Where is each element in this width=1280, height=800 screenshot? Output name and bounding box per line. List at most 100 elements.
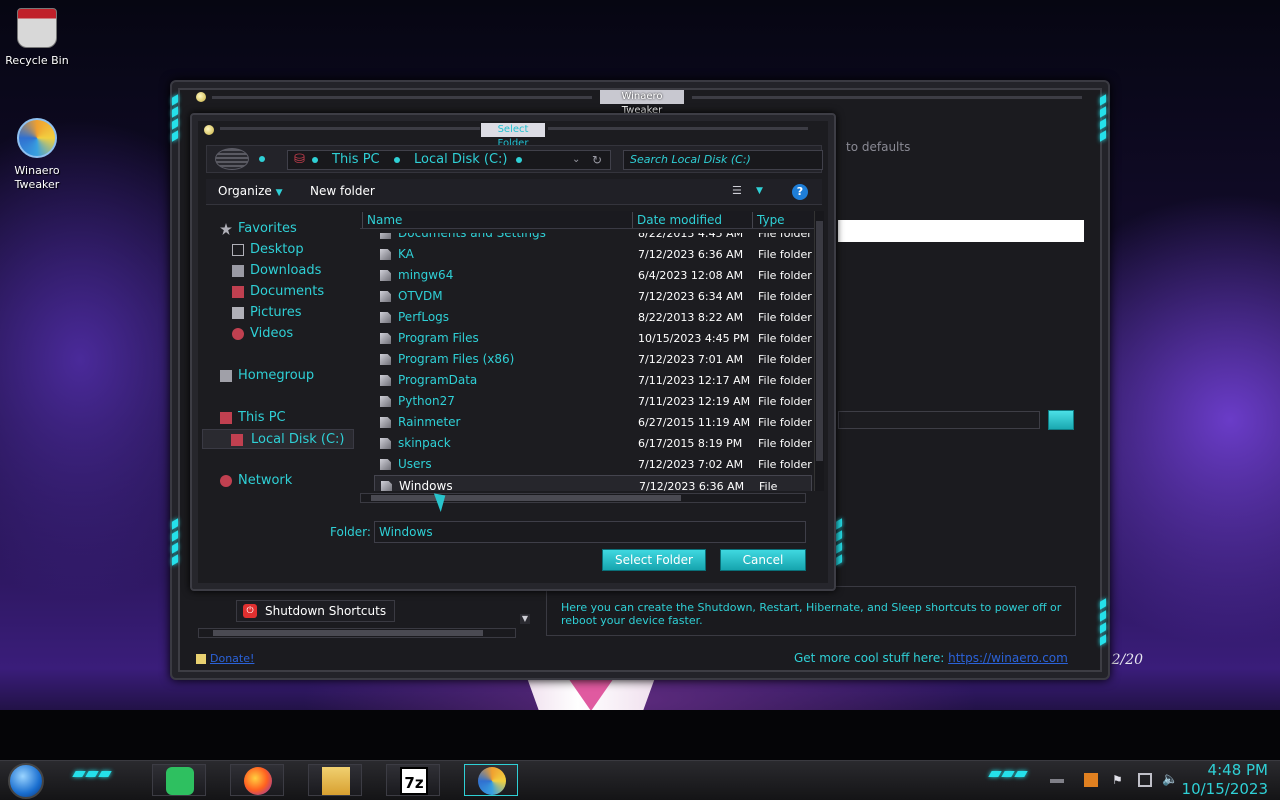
start-button[interactable] xyxy=(8,763,44,799)
file-type: File folder xyxy=(758,395,812,408)
nav-local-disk[interactable]: Local Disk (C:) xyxy=(202,429,354,449)
list-item[interactable]: Users 7/12/2023 7:02 AM File folder xyxy=(374,454,812,475)
nav-network[interactable]: Network xyxy=(220,471,292,491)
list-item[interactable]: PerfLogs 8/22/2013 8:22 AM File folder xyxy=(374,307,812,328)
nav-documents[interactable]: Documents xyxy=(232,282,324,302)
list-item[interactable]: Program Files (x86) 7/12/2023 7:01 AM File… xyxy=(374,349,812,370)
footer-text: Get more cool stuff here: xyxy=(794,651,945,665)
cancel-button[interactable]: Cancel xyxy=(720,549,806,571)
tray-overflow-icon[interactable] xyxy=(1050,779,1064,783)
system-clock[interactable]: 4:48 PM 10/15/2023 xyxy=(1182,761,1268,799)
folder-icon xyxy=(380,233,391,239)
folder-input[interactable]: Windows xyxy=(374,521,806,543)
tray-app-icon[interactable] xyxy=(1084,773,1098,787)
titlebar-rail-left xyxy=(212,96,592,99)
list-item[interactable]: Python27 7/11/2023 12:19 AM File folder xyxy=(374,391,812,412)
chevron-down-icon[interactable]: ⌄ xyxy=(572,151,580,169)
file-date: 10/15/2023 4:45 PM xyxy=(638,332,750,345)
list-item[interactable]: OTVDM 7/12/2023 6:34 AM File folder xyxy=(374,286,812,307)
navigation-pane: Favorites Desktop Downloads Documents Pi… xyxy=(202,211,358,511)
dialog-rail-left xyxy=(220,127,480,130)
list-item[interactable]: mingw64 6/4/2023 12:08 AM File folder xyxy=(374,265,812,286)
path-field[interactable] xyxy=(838,411,1040,429)
network-tray-icon[interactable] xyxy=(1138,773,1152,787)
nav-homegroup[interactable]: Homegroup xyxy=(220,366,314,386)
help-icon[interactable]: ? xyxy=(792,184,808,200)
list-item[interactable]: ProgramData 7/11/2023 12:17 AM File folder xyxy=(374,370,812,391)
tree-horizontal-scrollbar[interactable] xyxy=(198,628,516,638)
file-date: 8/22/2013 4:45 AM xyxy=(638,233,744,240)
file-type: File folder xyxy=(758,311,812,324)
file-name: Python27 xyxy=(398,394,455,408)
browse-button[interactable] xyxy=(1048,410,1074,430)
window-orb-icon[interactable] xyxy=(196,92,206,102)
main-input-field[interactable] xyxy=(838,220,1084,242)
column-type[interactable]: Type xyxy=(752,212,808,228)
reset-to-defaults-link[interactable]: to defaults xyxy=(846,140,910,154)
clock-date: 10/15/2023 xyxy=(1181,780,1268,798)
nav-pictures[interactable]: Pictures xyxy=(232,303,301,323)
taskbar-app-winaero[interactable] xyxy=(464,764,518,796)
list-item[interactable]: Documents and Settings 8/22/2013 4:45 AM F… xyxy=(374,233,812,244)
folder-label: Folder: xyxy=(330,525,371,539)
view-options-icon[interactable]: ☰ xyxy=(732,184,742,197)
select-folder-button[interactable]: Select Folder xyxy=(602,549,706,571)
tree-scroll-thumb[interactable] xyxy=(213,630,483,636)
folder-icon xyxy=(380,459,391,470)
new-folder-button[interactable]: New folder xyxy=(310,184,375,198)
tree-scroll-down-icon[interactable]: ▼ xyxy=(520,614,530,624)
list-hscroll-thumb[interactable] xyxy=(371,495,681,501)
list-item[interactable]: Program Files 10/15/2023 4:45 PM File fold… xyxy=(374,328,812,349)
taskbar-app-7zip[interactable]: 7z xyxy=(386,764,440,796)
winaero-tweaker-icon xyxy=(478,767,506,795)
titlebar-rail-right xyxy=(692,96,1082,99)
file-date: 6/4/2023 12:08 AM xyxy=(638,269,744,282)
taskbar-app-firefox[interactable] xyxy=(230,764,284,796)
breadcrumb-this-pc[interactable]: This PC xyxy=(332,151,380,169)
folder-icon xyxy=(380,438,391,449)
footer-link[interactable]: https://winaero.com xyxy=(948,651,1068,665)
volume-icon[interactable]: 🔈 xyxy=(1162,773,1178,787)
window-led-left-bottom xyxy=(172,518,182,566)
list-item[interactable]: skinpack 6/17/2015 8:19 PM File folder xyxy=(374,433,812,454)
list-scroll-thumb[interactable] xyxy=(816,221,823,461)
list-item-selected[interactable]: Windows 7/12/2023 6:36 AM File folder xyxy=(374,475,812,491)
list-vertical-scrollbar[interactable] xyxy=(814,211,824,491)
address-bar[interactable]: ⛁ This PC Local Disk (C:) ⌄ ↻ xyxy=(287,150,611,170)
list-item[interactable]: KA 7/12/2023 6:36 AM File folder xyxy=(374,244,812,265)
nav-documents-label: Documents xyxy=(250,284,325,299)
nav-desktop[interactable]: Desktop xyxy=(232,240,304,260)
view-chevron-icon[interactable]: ▼ xyxy=(756,186,763,196)
folder-icon xyxy=(380,417,391,428)
taskbar-app-explorer[interactable] xyxy=(308,764,362,796)
drive-icon xyxy=(231,434,243,446)
list-horizontal-scrollbar[interactable] xyxy=(360,493,806,503)
nav-this-pc[interactable]: This PC xyxy=(220,408,286,428)
donate-link[interactable]: Donate! xyxy=(210,652,254,665)
desktop-icon xyxy=(232,244,244,256)
column-date-modified[interactable]: Date modified xyxy=(632,212,736,228)
organize-chevron-icon: ▼ xyxy=(275,188,283,198)
file-name: PerfLogs xyxy=(398,310,450,324)
nav-downloads[interactable]: Downloads xyxy=(232,261,321,281)
back-forward-icon[interactable] xyxy=(215,148,249,170)
action-center-flag-icon[interactable]: ⚑ xyxy=(1112,773,1126,787)
taskbar-app-notes[interactable] xyxy=(152,764,206,796)
refresh-icon[interactable]: ↻ xyxy=(592,151,602,169)
list-item[interactable]: Rainmeter 6/27/2015 11:19 AM File folder xyxy=(374,412,812,433)
winaero-tweaker-shortcut[interactable]: Winaero Tweaker xyxy=(0,118,74,192)
file-type: File folder xyxy=(758,248,812,261)
nav-videos[interactable]: Videos xyxy=(232,324,293,344)
folder-icon xyxy=(380,249,391,260)
file-type: File folder xyxy=(758,290,812,303)
breadcrumb-local-disk[interactable]: Local Disk (C:) xyxy=(414,151,507,169)
wallpaper-band xyxy=(0,710,1280,760)
dialog-orb-icon[interactable] xyxy=(204,125,214,135)
nav-favorites[interactable]: Favorites xyxy=(220,219,297,239)
tree-item-shutdown-shortcuts[interactable]: ⏻ Shutdown Shortcuts xyxy=(236,600,396,622)
downloads-icon xyxy=(232,265,244,277)
search-input[interactable]: Search Local Disk (C:) xyxy=(623,150,823,170)
organize-button[interactable]: Organize ▼ xyxy=(218,184,283,198)
recycle-bin-shortcut[interactable]: Recycle Bin xyxy=(0,8,74,68)
column-name[interactable]: Name xyxy=(362,212,618,228)
